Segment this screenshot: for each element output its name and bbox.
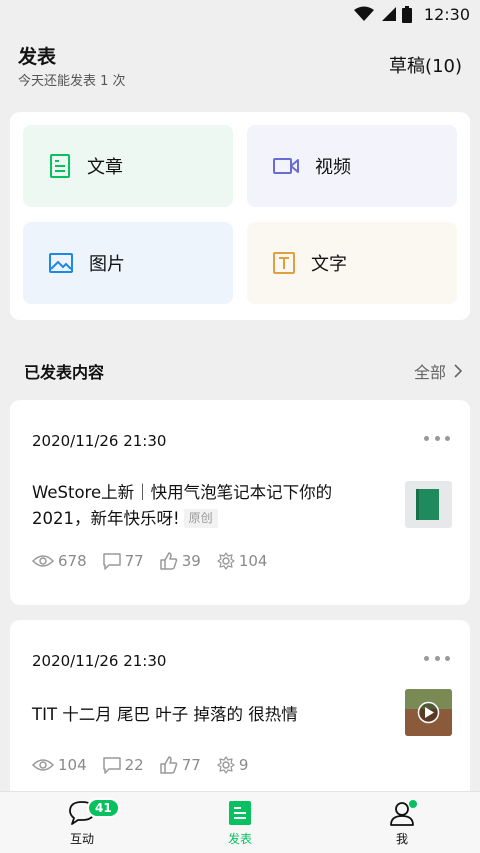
likes-stat: 77	[159, 756, 201, 774]
share-icon	[217, 552, 235, 570]
video-icon	[273, 158, 299, 174]
publish-options-card: 文章 视频 图片 文字	[10, 112, 470, 320]
comment-icon	[102, 552, 121, 570]
video-thumbnail-icon	[405, 689, 452, 736]
more-options-button[interactable]	[424, 650, 450, 666]
more-options-button[interactable]	[424, 430, 450, 446]
post-title: TIT 十二月 尾巴 叶子 掉落的 很热情	[32, 702, 362, 728]
chevron-right-icon	[454, 364, 462, 378]
share-icon	[217, 756, 235, 774]
tab-me[interactable]: 我	[362, 800, 442, 847]
view-all-button[interactable]: 全部	[414, 359, 462, 383]
page-subtitle: 今天还能发表 1 次	[18, 74, 126, 89]
publish-article-label: 文章	[87, 157, 123, 178]
post-thumbnail[interactable]	[405, 689, 452, 736]
post-date: 2020/11/26 21:30	[32, 432, 167, 450]
views-stat: 104	[32, 756, 87, 774]
tab-publish-label: 发表	[227, 832, 252, 846]
more-dot	[445, 655, 450, 661]
eye-icon	[32, 555, 54, 567]
post-title: WeStore上新｜快用气泡笔记本记下你的2021，新年快乐呀! 原创	[32, 480, 362, 532]
thumbs-up-icon	[159, 552, 177, 570]
original-tag: 原创	[183, 509, 218, 528]
shares-count: 9	[238, 756, 249, 774]
shares-count: 104	[238, 552, 268, 570]
wifi-icon	[353, 6, 374, 21]
image-icon	[49, 253, 73, 273]
post-stats: 678 77 39 104	[32, 552, 283, 570]
more-dot	[434, 435, 440, 441]
eye-icon	[32, 759, 54, 771]
thumbs-up-icon	[159, 756, 177, 774]
post-card[interactable]: 2020/11/26 21:30 TIT 十二月 尾巴 叶子 掉落的 很热情 1…	[10, 620, 470, 820]
post-card[interactable]: 2020/11/26 21:30 WeStore上新｜快用气泡笔记本记下你的20…	[10, 400, 470, 605]
views-stat: 678	[32, 552, 87, 570]
publish-video-label: 视频	[315, 157, 351, 178]
comments-count: 77	[124, 552, 144, 570]
views-count: 104	[58, 756, 87, 774]
publish-text-label: 文字	[311, 254, 347, 275]
shares-stat: 104	[217, 552, 268, 570]
publish-image-label: 图片	[89, 254, 125, 275]
text-icon	[273, 252, 295, 274]
comments-stat: 22	[102, 756, 144, 774]
more-dot	[434, 655, 440, 661]
views-count: 678	[58, 552, 87, 570]
notification-dot	[409, 800, 417, 808]
status-bar: 12:30	[0, 0, 480, 28]
tab-interact[interactable]: 41 互动	[42, 798, 122, 847]
tab-me-label: 我	[395, 832, 408, 846]
likes-count: 39	[181, 552, 201, 570]
view-all-label: 全部	[413, 363, 446, 382]
page-title: 发表	[18, 46, 57, 68]
publish-text-button[interactable]: 文字	[247, 222, 457, 304]
signal-icon	[381, 7, 396, 21]
published-section-title: 已发表内容	[24, 363, 105, 382]
post-title-text: WeStore上新｜快用气泡笔记本记下你的2021，新年快乐呀!	[32, 483, 333, 528]
page-header: 发表 今天还能发表 1 次 草稿(10)	[18, 40, 462, 90]
status-time: 12:30	[423, 4, 470, 24]
bottom-tab-bar: 41 互动 发表 我	[0, 791, 480, 853]
post-date: 2020/11/26 21:30	[32, 652, 167, 670]
more-dot	[424, 655, 429, 661]
more-dot	[424, 435, 429, 441]
publish-image-button[interactable]: 图片	[23, 222, 233, 304]
publish-doc-icon	[229, 801, 251, 825]
likes-count: 77	[181, 756, 201, 774]
comments-count: 22	[124, 756, 144, 774]
likes-stat: 39	[159, 552, 201, 570]
drafts-button[interactable]: 草稿(10)	[389, 52, 462, 78]
comment-icon	[102, 756, 121, 774]
unread-badge: 41	[87, 798, 120, 818]
tab-interact-label: 互动	[69, 832, 94, 846]
article-icon	[50, 154, 70, 178]
notebook-image-icon	[416, 489, 439, 520]
publish-article-button[interactable]: 文章	[23, 125, 233, 207]
publish-video-button[interactable]: 视频	[247, 125, 457, 207]
post-stats: 104 22 77 9	[32, 756, 264, 774]
comments-stat: 77	[102, 552, 144, 570]
battery-icon	[401, 5, 412, 23]
post-title-text: TIT 十二月 尾巴 叶子 掉落的 很热情	[32, 705, 298, 724]
more-dot	[445, 435, 450, 441]
shares-stat: 9	[217, 756, 249, 774]
tab-publish[interactable]: 发表	[200, 800, 280, 847]
post-thumbnail	[405, 481, 452, 528]
